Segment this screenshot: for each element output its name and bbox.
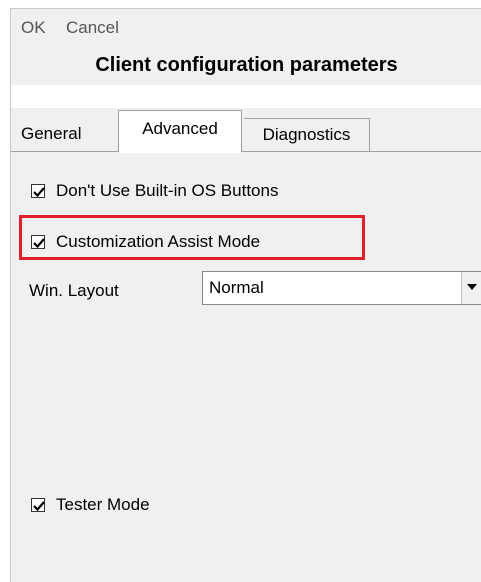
dont-use-builtin-os-buttons-option[interactable]: Don't Use Built-in OS Buttons <box>31 181 278 201</box>
customization-assist-mode-option[interactable]: Customization Assist Mode <box>31 232 260 252</box>
tester-mode-checkbox[interactable] <box>31 498 45 512</box>
win-layout-value: Normal <box>209 278 264 297</box>
checkmark-icon <box>33 187 45 198</box>
chevron-down-icon <box>467 284 477 290</box>
tab-strip: General Advanced Diagnostics <box>11 108 481 153</box>
tester-mode-option[interactable]: Tester Mode <box>31 495 150 515</box>
dont-use-builtin-os-buttons-checkbox[interactable] <box>31 184 45 198</box>
tab-general[interactable]: General <box>19 118 83 150</box>
win-layout-select[interactable]: Normal <box>202 271 481 305</box>
ok-button[interactable]: OK <box>21 18 46 38</box>
checkmark-icon <box>33 238 45 249</box>
dont-use-builtin-os-buttons-label: Don't Use Built-in OS Buttons <box>56 181 279 200</box>
dropdown-button[interactable] <box>461 272 481 304</box>
tester-mode-label: Tester Mode <box>56 495 150 514</box>
dialog-window: OK Cancel Client configuration parameter… <box>10 8 481 582</box>
win-layout-label: Win. Layout <box>29 281 119 300</box>
customization-assist-mode-label: Customization Assist Mode <box>56 232 261 251</box>
tab-advanced[interactable]: Advanced <box>118 110 242 153</box>
cancel-button[interactable]: Cancel <box>66 18 119 38</box>
checkmark-icon <box>33 501 45 512</box>
menu-bar: OK Cancel <box>11 9 481 45</box>
dialog-title: Client configuration parameters <box>11 45 481 85</box>
customization-assist-mode-checkbox[interactable] <box>31 235 45 249</box>
advanced-panel: Don't Use Built-in OS Buttons Customizat… <box>11 152 481 582</box>
tab-diagnostics[interactable]: Diagnostics <box>244 118 370 151</box>
